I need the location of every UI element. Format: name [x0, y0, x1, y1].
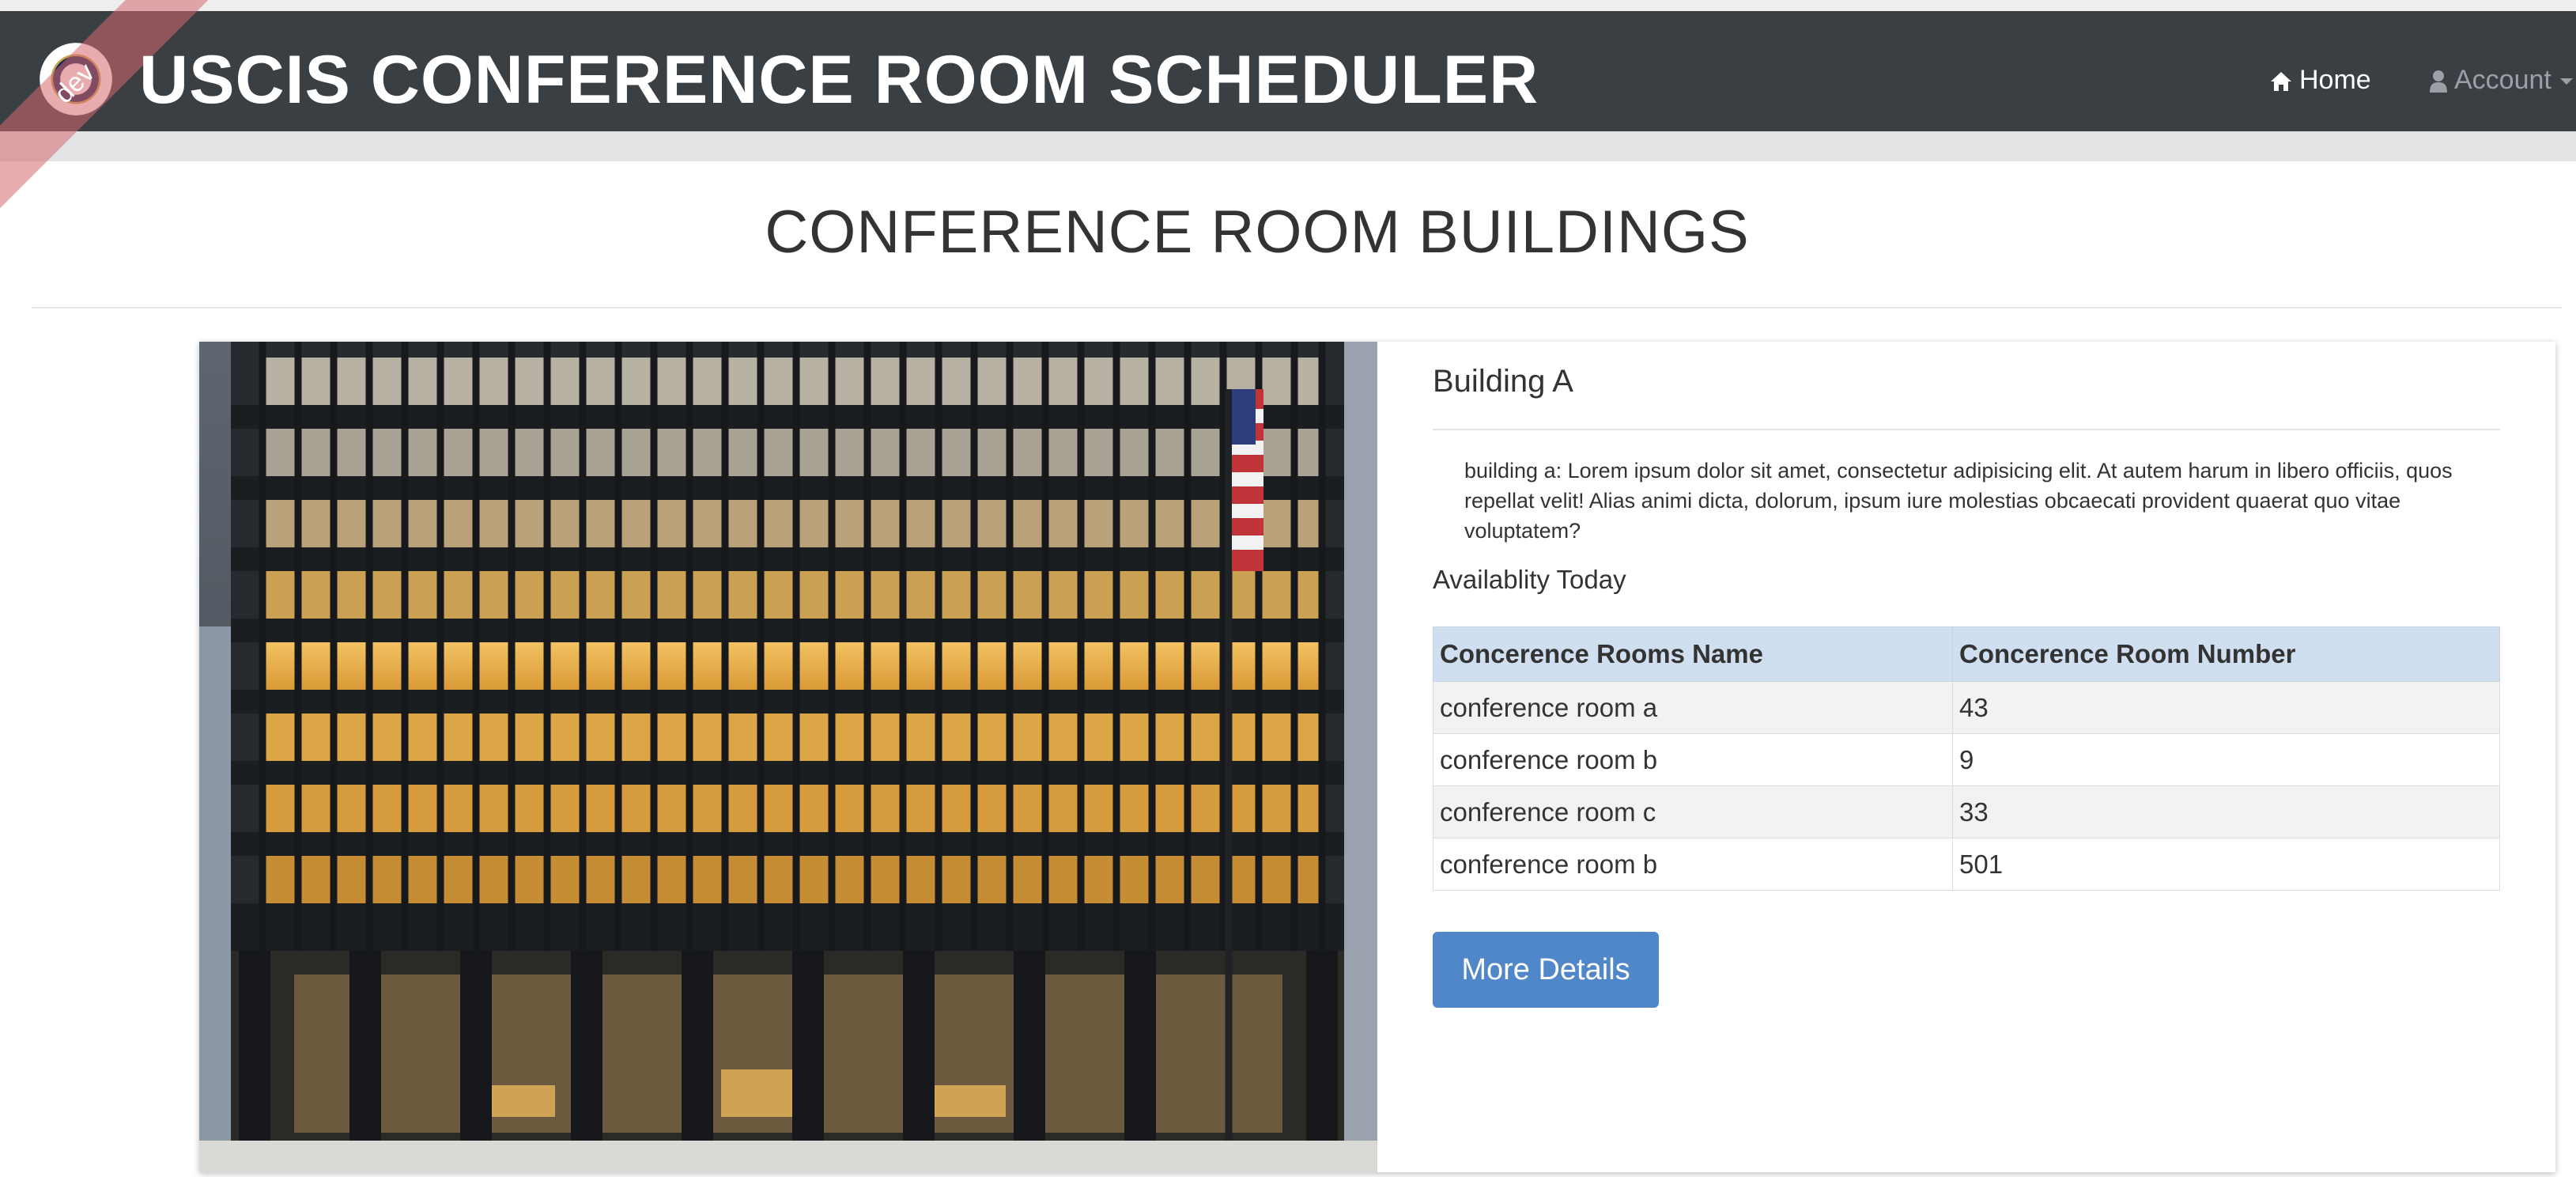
title-divider — [32, 307, 2562, 308]
building-name-divider — [1433, 429, 2500, 430]
column-header-room-name: Concerence Rooms Name — [1433, 626, 1953, 682]
room-number-cell: 501 — [1952, 838, 2500, 891]
nav-home-link[interactable]: Home — [2269, 65, 2371, 96]
room-name-cell: conference room b — [1433, 733, 1953, 786]
nav-account-label: Account — [2454, 65, 2551, 95]
room-number-cell: 9 — [1952, 733, 2500, 786]
availability-heading: Availablity Today — [1433, 565, 1626, 594]
building-name: Building A — [1433, 364, 1573, 399]
browser-top-strip — [0, 0, 2576, 11]
navbar-subbar — [0, 131, 2576, 161]
more-details-button[interactable]: More Details — [1433, 932, 1659, 1008]
building-photo — [199, 342, 1377, 1172]
table-row: conference room c 33 — [1433, 785, 2500, 838]
room-name-cell: conference room b — [1433, 838, 1953, 891]
table-row: conference room b 501 — [1433, 838, 2500, 891]
user-icon — [2430, 70, 2447, 93]
column-header-room-number: Concerence Room Number — [1952, 626, 2500, 682]
building-card: Building A building a: Lorem ipsum dolor… — [199, 342, 2555, 1172]
building-description: building a: Lorem ipsum dolor sit amet, … — [1464, 459, 2453, 543]
room-number-cell: 43 — [1952, 681, 2500, 734]
navbar: dev USCIS CONFERENCE ROOM SCHEDULER Home… — [0, 0, 2576, 255]
rooms-table: Concerence Rooms Name Concerence Room Nu… — [1433, 626, 2500, 891]
room-name-cell: conference room a — [1433, 681, 1953, 734]
table-row: conference room a 43 — [1433, 681, 2500, 734]
nav-home-label: Home — [2299, 65, 2371, 95]
caret-down-icon — [2560, 78, 2574, 85]
page-title: CONFERENCE ROOM BUILDINGS — [765, 199, 1750, 266]
table-header-row: Concerence Rooms Name Concerence Room Nu… — [1433, 626, 2500, 682]
room-name-cell: conference room c — [1433, 785, 1953, 838]
home-icon — [2271, 72, 2291, 92]
nav-account-dropdown[interactable]: Account — [2429, 65, 2576, 96]
room-number-cell: 33 — [1952, 785, 2500, 838]
table-row: conference room b 9 — [1433, 733, 2500, 786]
app-title[interactable]: USCIS CONFERENCE ROOM SCHEDULER — [139, 41, 1539, 119]
